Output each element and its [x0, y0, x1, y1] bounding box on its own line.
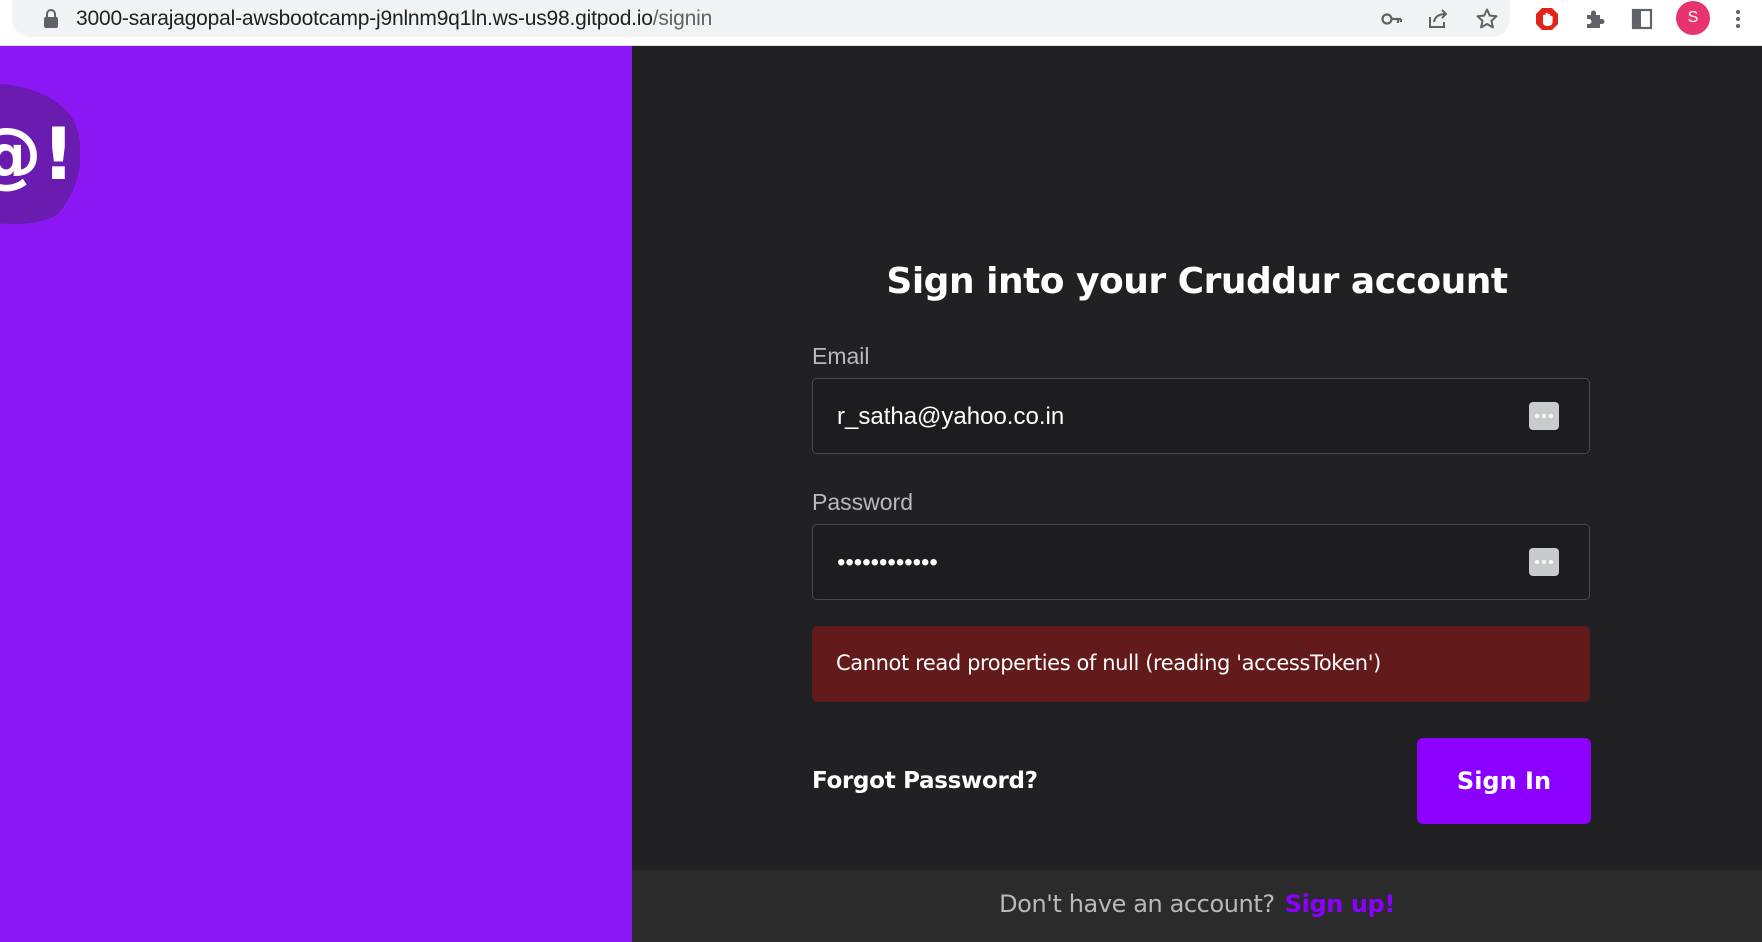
url-host: 3000-sarajagopal-awsbootcamp-j9nlnm9q1ln…: [76, 7, 653, 30]
password-input[interactable]: [835, 525, 1519, 601]
browser-toolbar: 3000-sarajagopal-awsbootcamp-j9nlnm9q1ln…: [0, 0, 1762, 46]
email-field-box: [812, 378, 1590, 455]
lock-icon[interactable]: [42, 9, 60, 29]
forgot-password-link[interactable]: Forgot Password?: [812, 768, 1038, 794]
extensions-icon[interactable]: [1583, 7, 1607, 31]
share-icon[interactable]: [1426, 7, 1450, 31]
error-message: Cannot read properties of null (reading …: [812, 626, 1590, 702]
side-panel-icon[interactable]: [1630, 7, 1654, 31]
url-text[interactable]: 3000-sarajagopal-awsbootcamp-j9nlnm9q1ln…: [76, 7, 712, 31]
address-bar[interactable]: 3000-sarajagopal-awsbootcamp-j9nlnm9q1ln…: [12, 0, 1510, 37]
signup-footer: Don't have an account? Sign up!: [632, 870, 1762, 942]
password-field-box: [812, 524, 1590, 601]
signup-prompt-text: Don't have an account?: [999, 890, 1275, 918]
signup-prompt: Don't have an account? Sign up!: [632, 890, 1762, 918]
error-text: Cannot read properties of null (reading …: [836, 651, 1381, 675]
page-title: Sign into your Cruddur account: [886, 261, 1508, 302]
brand-panel: @!: [0, 46, 632, 942]
email-input[interactable]: [835, 379, 1519, 455]
adblock-icon[interactable]: [1535, 7, 1559, 31]
star-icon[interactable]: [1475, 7, 1499, 31]
profile-avatar[interactable]: S: [1676, 1, 1710, 35]
key-icon[interactable]: [1380, 7, 1404, 31]
svg-text:@!: @!: [0, 112, 75, 196]
more-icon[interactable]: [1726, 7, 1750, 31]
password-manager-icon[interactable]: [1529, 548, 1559, 576]
password-label: Password: [812, 489, 913, 515]
signin-panel: Sign into your Cruddur account Email Pas…: [632, 46, 1762, 870]
email-label: Email: [812, 343, 870, 369]
url-path: /signin: [652, 7, 713, 30]
password-manager-icon[interactable]: [1529, 402, 1559, 430]
sign-in-button[interactable]: Sign In: [1417, 738, 1591, 824]
cruddur-logo: @!: [0, 83, 80, 224]
sign-up-link[interactable]: Sign up!: [1285, 890, 1396, 918]
